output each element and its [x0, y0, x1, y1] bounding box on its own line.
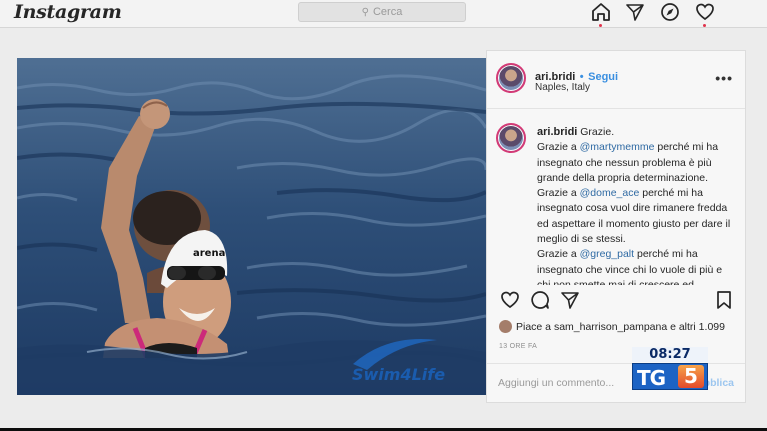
author-avatar[interactable]: [496, 63, 526, 93]
caption-line: Grazie a @martymemme perché mi ha insegn…: [537, 141, 719, 184]
share-icon[interactable]: [559, 289, 581, 311]
tg-label: TG: [637, 366, 666, 390]
activity-notification-dot: [703, 24, 706, 27]
broadcast-clock: 08:27: [632, 347, 708, 362]
caption-line: Grazie a @dome_ace perché mi ha insegnat…: [537, 187, 731, 246]
save-icon[interactable]: [713, 289, 735, 311]
mention-link[interactable]: @greg_palt: [580, 248, 634, 260]
likes-summary[interactable]: Piace a sam_harrison_pampana e altri 1.0…: [499, 320, 725, 333]
comment-icon[interactable]: [529, 289, 551, 311]
post-timestamp: 13 ORE FA: [499, 343, 538, 350]
heart-icon[interactable]: [694, 1, 716, 23]
explore-icon[interactable]: [659, 1, 681, 23]
like-icon[interactable]: [499, 289, 521, 311]
comment-input[interactable]: Aggiungi un commento...: [498, 377, 614, 389]
post-photo[interactable]: arena Swim4Life: [17, 58, 486, 395]
follow-button[interactable]: Segui: [588, 71, 618, 83]
post-location[interactable]: Naples, Italy: [535, 82, 590, 93]
search-box[interactable]: ⚲ Cerca: [298, 2, 466, 22]
search-placeholder: Cerca: [372, 6, 403, 18]
mention-link[interactable]: @dome_ace: [580, 187, 640, 199]
mention-link[interactable]: @martymemme: [580, 141, 655, 153]
search-icon: ⚲: [361, 7, 369, 18]
channel-number: 5: [678, 365, 704, 388]
home-notification-dot: [599, 24, 602, 27]
home-icon[interactable]: [590, 1, 612, 23]
swim4life-watermark: Swim4Life: [352, 365, 445, 384]
likes-text: Piace a sam_harrison_pampana e altri 1.0…: [516, 321, 725, 333]
post-actions: [499, 289, 735, 313]
caption-username[interactable]: ari.bridi: [537, 126, 577, 138]
instagram-logo[interactable]: Instagram: [14, 1, 122, 23]
liker-avatar: [499, 320, 512, 333]
post-header: ari.bridi • Segui Naples, Italy •••: [487, 51, 745, 109]
tg5-overlay: 08:27 TG 5: [632, 347, 708, 390]
caption-intro: Grazie.: [580, 126, 615, 138]
caption-avatar[interactable]: [496, 123, 526, 153]
direct-icon[interactable]: [624, 1, 646, 23]
svg-text:arena: arena: [193, 248, 225, 259]
instagram-top-bar: Instagram ⚲ Cerca: [0, 0, 767, 28]
post-caption: ari.bridi Grazie. Grazie a @martymemme p…: [537, 125, 737, 285]
swimmer-photo: arena Swim4Life: [17, 58, 486, 395]
tg5-logo: TG 5: [632, 363, 708, 390]
caption-line: Grazie a @greg_palt perché mi ha insegna…: [537, 248, 723, 285]
more-options-icon[interactable]: •••: [715, 70, 733, 86]
browser-screen: Instagram ⚲ Cerca arena Swim4Life ari.br…: [0, 0, 767, 428]
